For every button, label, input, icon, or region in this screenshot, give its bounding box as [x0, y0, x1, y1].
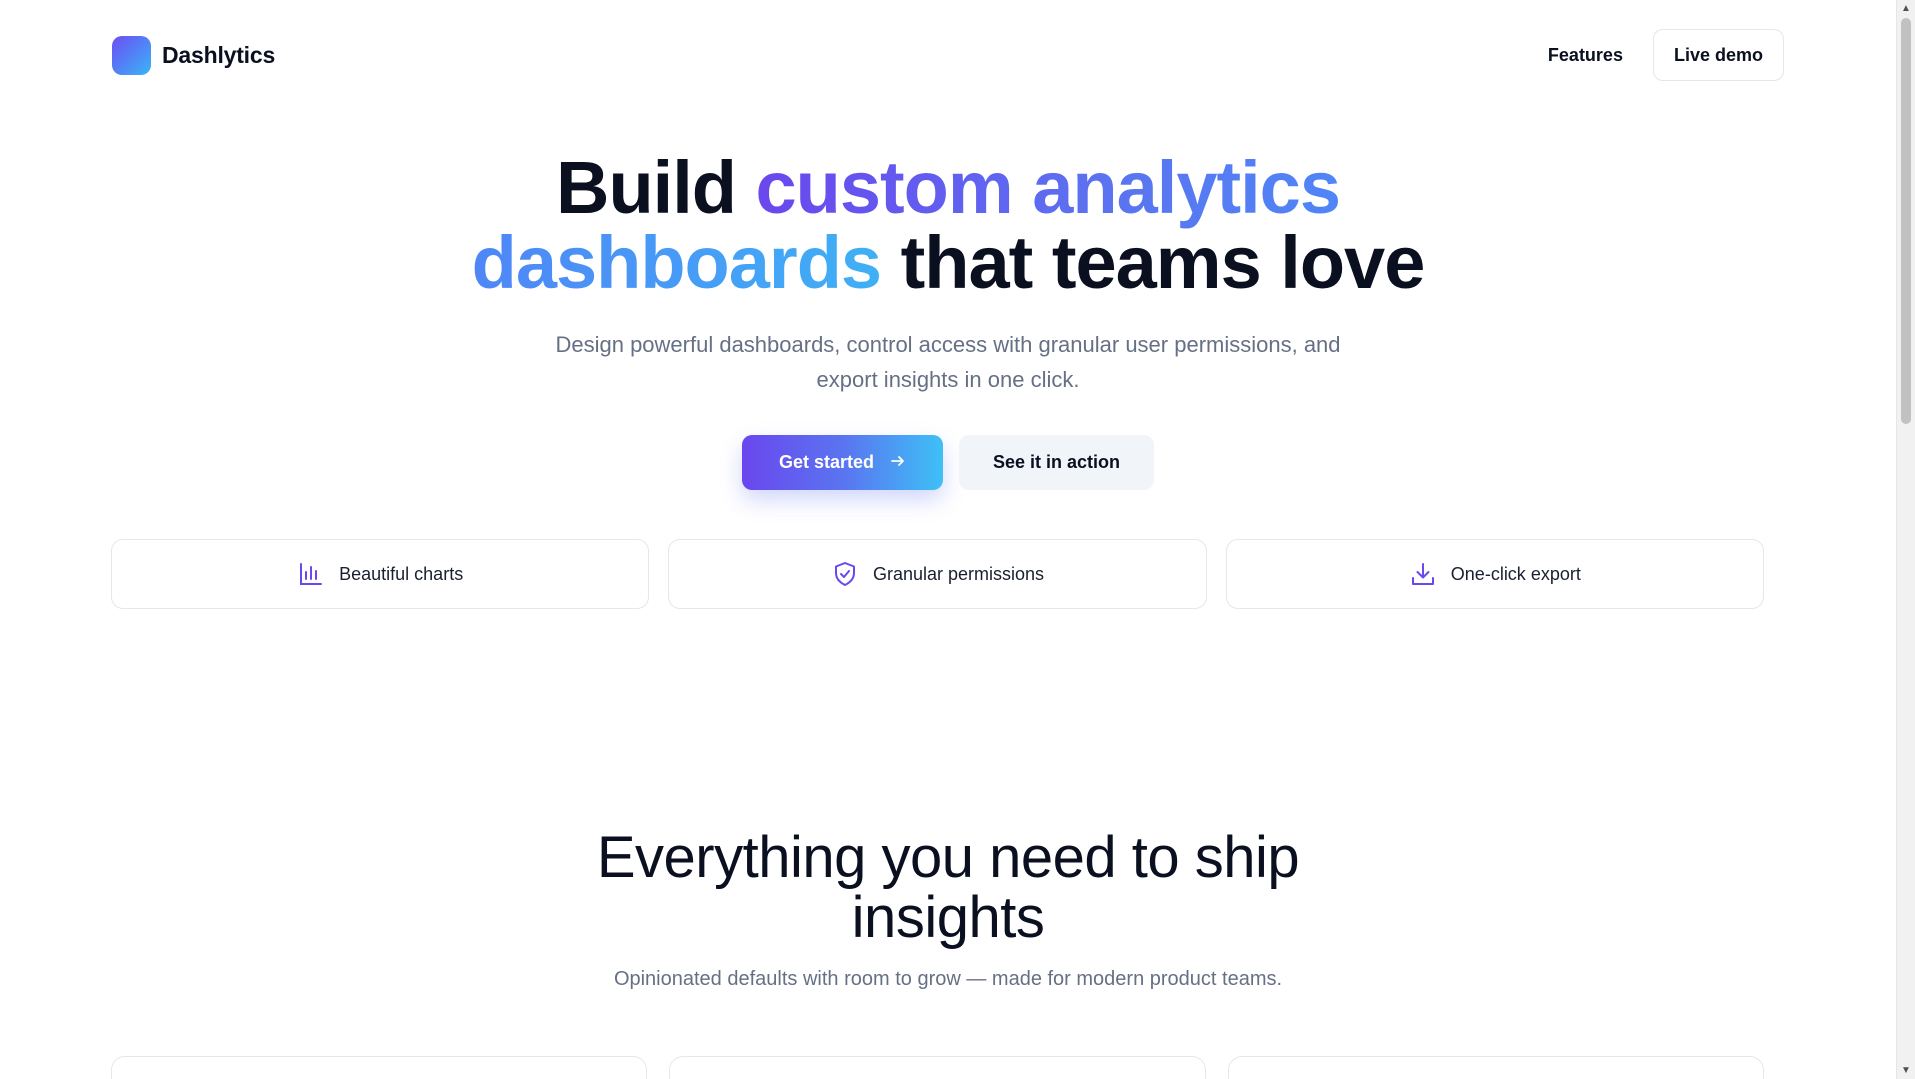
hero-title-highlight2: dashboards	[471, 221, 882, 304]
hero-subtitle-line2: export insights in one click.	[816, 367, 1080, 392]
feature-label: Granular permissions	[872, 563, 1045, 584]
feature-card	[111, 1056, 648, 1079]
hero-title-part1: Build	[556, 146, 756, 229]
download-icon	[1409, 560, 1437, 588]
vertical-scrollbar[interactable]: ▲ ▼	[1896, 0, 1915, 1079]
brand-name: Dashlytics	[162, 41, 276, 68]
arrow-right-icon	[890, 453, 906, 473]
see-it-in-action-button[interactable]: See it in action	[959, 435, 1154, 490]
hero-subtitle: Design powerful dashboards, control acce…	[0, 327, 1896, 397]
nav-links: Features Live demo	[1548, 29, 1784, 81]
landing-page: Dashlytics Features Live demo Build cust…	[0, 0, 1896, 1079]
scroll-down-arrow-icon[interactable]: ▼	[1897, 1062, 1915, 1079]
brand[interactable]: Dashlytics	[112, 35, 276, 75]
shield-check-icon	[831, 560, 859, 588]
scroll-up-arrow-icon[interactable]: ▲	[1897, 0, 1915, 17]
section-title-line2: insights	[851, 885, 1045, 950]
hero-title-highlight1: custom analytics	[755, 146, 1341, 229]
feature-pills: Beautiful charts Granular permissions On…	[111, 539, 1764, 609]
get-started-label: Get started	[778, 452, 875, 472]
feature-cards	[111, 1056, 1764, 1079]
feature-pill-charts: Beautiful charts	[111, 539, 650, 609]
feature-card	[669, 1056, 1206, 1079]
brand-logo-icon	[112, 35, 151, 75]
hero-cta-row: Get started See it in action	[0, 435, 1896, 490]
feature-card	[1227, 1056, 1764, 1079]
section-title: Everything you need to ship insights	[0, 828, 1896, 948]
section-title-line1: Everything you need to ship	[596, 825, 1300, 890]
feature-pill-permissions: Granular permissions	[668, 539, 1207, 609]
feature-label: Beautiful charts	[339, 563, 464, 584]
nav-link-features[interactable]: Features	[1548, 45, 1623, 66]
section-subtitle: Opinionated defaults with room to grow —…	[613, 968, 1283, 990]
hero-title-part2: that teams love	[881, 221, 1426, 304]
hero-subtitle-line1: Design powerful dashboards, control acce…	[555, 332, 1341, 357]
feature-label: One-click export	[1450, 563, 1581, 584]
browser-viewport: Dashlytics Features Live demo Build cust…	[0, 0, 1915, 1079]
scrollbar-thumb[interactable]	[1901, 18, 1911, 424]
bar-chart-icon	[297, 560, 325, 588]
feature-pill-export: One-click export	[1225, 539, 1764, 609]
get-started-button[interactable]: Get started	[742, 435, 943, 490]
top-nav: Dashlytics Features Live demo	[112, 29, 1784, 81]
hero-title: Build custom analytics dashboards that t…	[0, 150, 1896, 300]
live-demo-button[interactable]: Live demo	[1652, 29, 1784, 81]
